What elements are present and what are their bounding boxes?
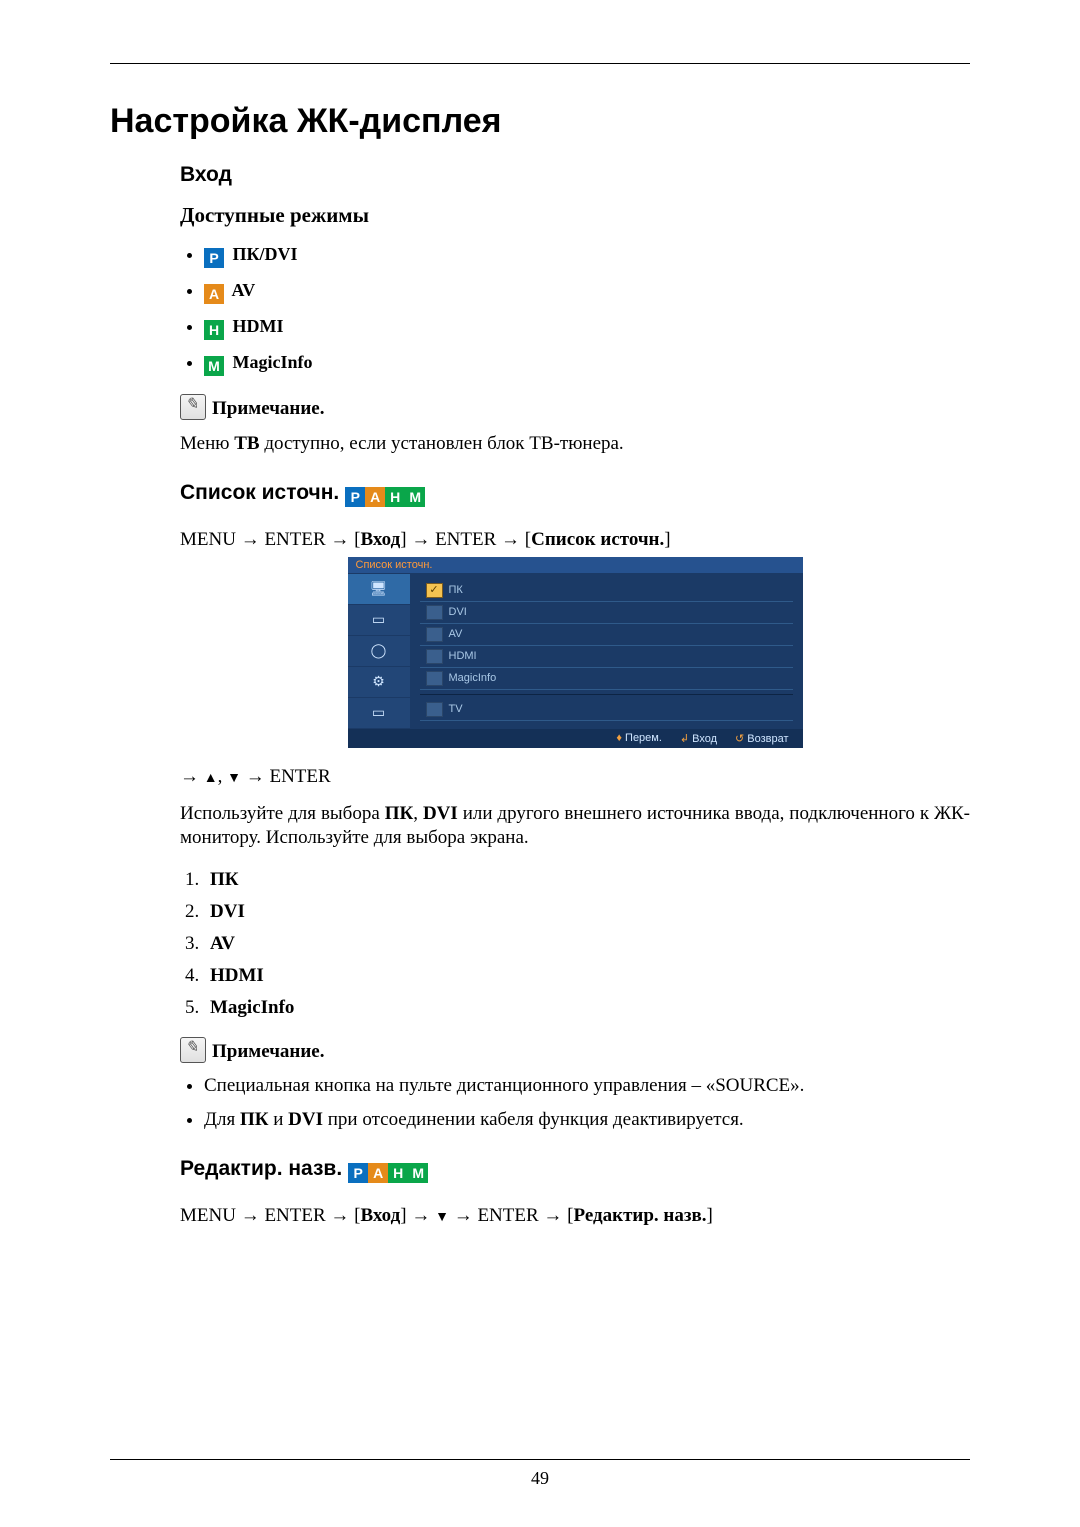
mode-label: ПК/DVI <box>233 244 298 264</box>
badge-a-icon: A <box>365 487 385 507</box>
badge-h-icon: H <box>388 1163 408 1183</box>
subsection-modes: Доступные режимы <box>180 203 970 228</box>
osd-title: Список источн. <box>348 557 803 573</box>
list-item: AV <box>204 933 970 955</box>
badge-p-icon: P <box>345 487 365 507</box>
osd-item: ✓HDMI <box>420 646 793 668</box>
page: Настройка ЖК-дисплея Вход Доступные режи… <box>0 0 1080 1527</box>
check-icon: ✓ <box>426 671 443 686</box>
badge-m-icon: M <box>204 356 224 376</box>
down-triangle-icon: ▼ <box>227 771 241 786</box>
mode-item-magicinfo: M MagicInfo <box>204 352 970 376</box>
check-icon: ✓ <box>426 627 443 642</box>
badge-strip: P A H M <box>345 487 425 507</box>
note-icon <box>180 1037 206 1063</box>
section-input: Вход <box>180 163 970 187</box>
arrows-row: → ▲, ▼ → ENTER <box>180 766 970 788</box>
section-source-list: Список источн. <box>180 481 339 505</box>
osd-divider <box>420 694 793 695</box>
badge-p-icon: P <box>204 248 224 268</box>
down-triangle-icon: ▼ <box>435 1210 449 1225</box>
badge-h-icon: H <box>385 487 405 507</box>
osd-item: ✓MagicInfo <box>420 668 793 690</box>
osd-tab: ▭ <box>348 698 410 729</box>
note-item: Специальная кнопка на пульте дистанционн… <box>204 1075 970 1097</box>
osd-window: Список источн. 🖥 ▭ ◯ ⚙ ▭ ✓ПК ✓DVI ✓AV ✓H… <box>348 557 803 748</box>
list-item: DVI <box>204 901 970 923</box>
mode-item-av: A AV <box>204 280 970 304</box>
mode-label: HDMI <box>233 316 284 336</box>
osd-tab: ▭ <box>348 605 410 636</box>
badge-m-icon: M <box>405 487 425 507</box>
check-icon: ✓ <box>426 605 443 620</box>
source-desc: Используйте для выбора ПК, DVI или друго… <box>180 802 970 851</box>
osd-item: ✓AV <box>420 624 793 646</box>
check-icon: ✓ <box>426 583 443 598</box>
badge-a-icon: A <box>368 1163 388 1183</box>
badge-p-icon: P <box>348 1163 368 1183</box>
note-label: Примечание. <box>212 1041 325 1062</box>
mode-label: AV <box>232 280 256 300</box>
mode-label: MagicInfo <box>233 352 313 372</box>
badge-h-icon: H <box>204 320 224 340</box>
badge-m-icon: M <box>408 1163 428 1183</box>
page-footer: 49 <box>110 1459 970 1489</box>
note-item: Для ПК и DVI при отсоединении кабеля фун… <box>204 1109 970 1131</box>
osd-list: ✓ПК ✓DVI ✓AV ✓HDMI ✓MagicInfo ✓TV <box>410 574 803 729</box>
osd-tab: ⚙ <box>348 667 410 698</box>
nav-path-source-list: MENU → ENTER → [Вход] → ENTER → [Список … <box>180 529 970 551</box>
osd-body: 🖥 ▭ ◯ ⚙ ▭ ✓ПК ✓DVI ✓AV ✓HDMI ✓MagicInfo … <box>348 573 803 729</box>
mode-item-pk-dvi: P ПК/DVI <box>204 244 970 268</box>
osd-footer-item: ↲Вход <box>680 732 717 745</box>
bottom-rule <box>110 1459 970 1460</box>
list-item: HDMI <box>204 965 970 987</box>
content: Вход Доступные режимы P ПК/DVI A AV H HD… <box>180 163 970 1227</box>
osd-tab: 🖥 <box>348 574 410 605</box>
section-source-list-header: Список источн. P A H M <box>180 475 970 519</box>
mode-item-hdmi: H HDMI <box>204 316 970 340</box>
osd-tab: ◯ <box>348 636 410 667</box>
section-edit-name: Редактир. назв. <box>180 1157 342 1181</box>
list-item: ПК <box>204 869 970 891</box>
osd-footer: ♦Перем. ↲Вход ↺Возврат <box>348 729 803 748</box>
list-item: MagicInfo <box>204 997 970 1019</box>
source-ordered-list: ПК DVI AV HDMI MagicInfo <box>180 869 970 1019</box>
osd-tabs: 🖥 ▭ ◯ ⚙ ▭ <box>348 574 410 729</box>
note-icon <box>180 394 206 420</box>
check-icon: ✓ <box>426 702 443 717</box>
notes-list: Специальная кнопка на пульте дистанционн… <box>180 1075 970 1131</box>
up-triangle-icon: ▲ <box>204 771 218 786</box>
badge-strip: P A H M <box>348 1163 428 1183</box>
modes-list: P ПК/DVI A AV H HDMI M MagicInfo <box>180 244 970 376</box>
badge-a-icon: A <box>204 284 224 304</box>
osd-item: ✓DVI <box>420 602 793 624</box>
page-number: 49 <box>110 1468 970 1489</box>
osd-footer-item: ♦Перем. <box>616 732 662 745</box>
note-row-2: Примечание. <box>180 1037 970 1063</box>
note-label: Примечание. <box>212 398 325 419</box>
osd-item: ✓ПК <box>420 580 793 602</box>
section-edit-name-header: Редактир. назв. P A H M <box>180 1151 970 1195</box>
page-title: Настройка ЖК-дисплея <box>110 102 970 141</box>
note-row: Примечание. <box>180 394 970 420</box>
nav-path-edit-name: MENU → ENTER → [Вход] → ▼ → ENTER → [Ред… <box>180 1205 970 1227</box>
osd-item: ✓TV <box>420 699 793 721</box>
check-icon: ✓ <box>426 649 443 664</box>
osd-footer-item: ↺Возврат <box>735 732 788 745</box>
top-rule <box>110 63 970 64</box>
osd-screenshot: Список источн. 🖥 ▭ ◯ ⚙ ▭ ✓ПК ✓DVI ✓AV ✓H… <box>180 557 970 748</box>
note-text: Меню TB доступно, если установлен блок Т… <box>180 432 970 457</box>
